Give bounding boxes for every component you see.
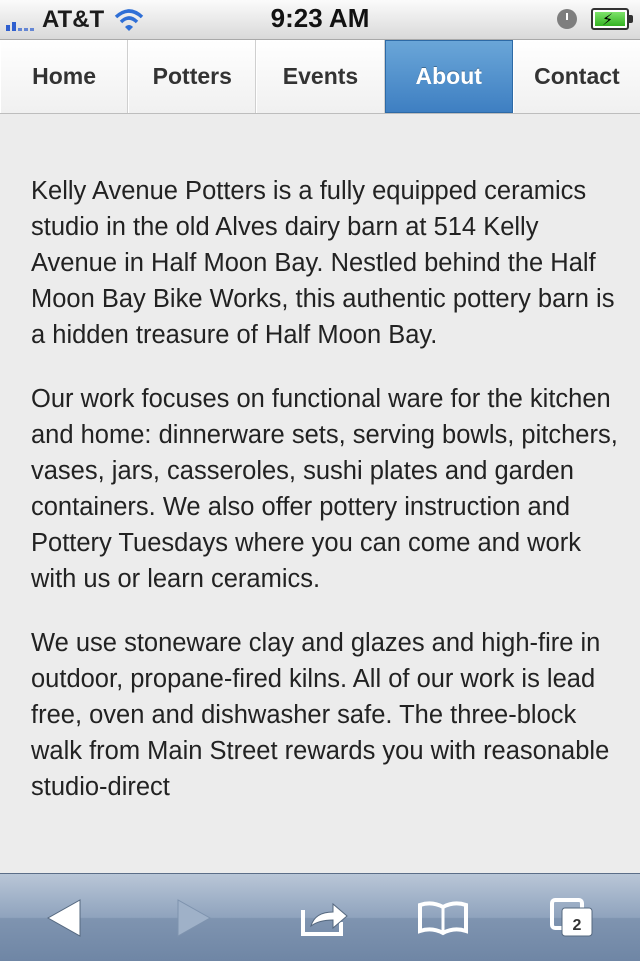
paragraph-intro: Kelly Avenue Potters is a fully equipped… xyxy=(31,177,615,349)
about-content: Kelly Avenue Potters is a fully equipped… xyxy=(31,173,621,833)
paragraph-work: Our work focuses on functional ware for … xyxy=(31,385,618,593)
bookmarks-icon xyxy=(418,900,468,935)
back-arrow-icon xyxy=(46,898,81,937)
tab-potters[interactable]: Potters xyxy=(128,40,257,113)
paragraph-materials: We use stoneware clay and glazes and hig… xyxy=(31,629,610,801)
pages-icon: 2 xyxy=(550,897,593,936)
forward-button[interactable] xyxy=(148,874,238,961)
forward-arrow-icon xyxy=(177,898,212,937)
main-nav: Home Potters Events About Contact xyxy=(0,40,640,114)
share-icon xyxy=(301,902,348,936)
tab-contact[interactable]: Contact xyxy=(512,40,640,113)
share-button[interactable] xyxy=(280,874,370,961)
browser-toolbar: 2 xyxy=(0,873,640,961)
alarm-clock-icon xyxy=(557,9,577,29)
status-bar: AT&T 9:23 AM ⚡ xyxy=(0,0,640,40)
status-time: 9:23 AM xyxy=(270,3,370,33)
tab-events[interactable]: Events xyxy=(256,40,385,113)
tab-about[interactable]: About xyxy=(384,40,513,113)
battery-icon: ⚡ xyxy=(591,8,633,30)
pages-button[interactable]: 2 xyxy=(527,874,617,961)
back-button[interactable] xyxy=(20,874,110,961)
bookmarks-button[interactable] xyxy=(398,874,488,961)
tab-home[interactable]: Home xyxy=(0,40,129,113)
pages-count: 2 xyxy=(573,917,582,934)
